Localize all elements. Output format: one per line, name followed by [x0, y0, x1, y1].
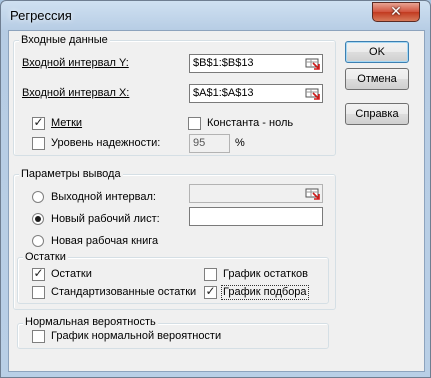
confidence-level-input[interactable]: 95: [189, 134, 230, 153]
input-y-field[interactable]: $B$1:$B$13: [189, 54, 323, 73]
normal-probability-group-title: Нормальная вероятность: [23, 316, 158, 329]
new-workbook-label[interactable]: Новая рабочая книга: [51, 235, 158, 248]
ok-button[interactable]: OK: [345, 41, 409, 63]
confidence-level-value: 95: [193, 137, 206, 149]
standardized-residuals-checkbox[interactable]: [32, 286, 45, 299]
title-bar[interactable]: Регрессия ✕: [1, 1, 430, 31]
confidence-level-checkbox[interactable]: [32, 137, 45, 150]
new-worksheet-label[interactable]: Новый рабочий лист:: [51, 213, 160, 226]
residual-plots-checkbox[interactable]: [204, 268, 217, 281]
labels-checkbox[interactable]: ✓: [32, 115, 45, 130]
check-icon: ✓: [33, 115, 44, 129]
output-range-label[interactable]: Выходной интервал:: [51, 191, 156, 204]
labels-checkbox-label[interactable]: Метки: [51, 117, 82, 130]
output-range-radio[interactable]: [32, 191, 44, 203]
input-y-value: $B$1:$B$13: [193, 57, 254, 69]
standardized-residuals-label[interactable]: Стандартизованные остатки: [51, 286, 196, 299]
residuals-group-title: Остатки: [23, 251, 68, 264]
output-range-field[interactable]: [189, 184, 323, 203]
new-worksheet-radio[interactable]: [32, 213, 44, 225]
cancel-button[interactable]: Отмена: [345, 68, 409, 90]
confidence-unit: %: [235, 137, 245, 149]
constant-zero-checkbox[interactable]: [188, 117, 201, 130]
residuals-label[interactable]: Остатки: [51, 268, 92, 281]
normal-probability-label[interactable]: График нормальной вероятности: [51, 330, 221, 343]
window-title: Регрессия: [10, 8, 72, 23]
regression-dialog: Регрессия ✕ Входные данные Входной интер…: [0, 0, 431, 378]
radio-selected-dot: [35, 216, 41, 222]
constant-zero-label[interactable]: Константа - ноль: [207, 117, 293, 130]
input-y-label: Входной интервал Y:: [22, 57, 129, 69]
check-icon: ✓: [33, 266, 44, 280]
input-data-group-title: Входные данные: [19, 34, 110, 47]
range-picker-icon[interactable]: [304, 56, 321, 71]
range-picker-icon[interactable]: [304, 186, 321, 201]
check-icon: ✓: [205, 284, 216, 298]
new-worksheet-name-input[interactable]: [189, 207, 323, 226]
close-icon: ✕: [390, 4, 402, 20]
input-x-field[interactable]: $A$1:$A$13: [189, 84, 323, 103]
close-button[interactable]: ✕: [372, 2, 420, 22]
output-options-group-title: Параметры вывода: [19, 168, 123, 181]
input-x-label: Входной интервал X:: [22, 87, 130, 99]
input-x-value: $A$1:$A$13: [193, 87, 254, 99]
line-fit-plots-label[interactable]: График подбора: [221, 285, 309, 300]
confidence-level-label[interactable]: Уровень надежности:: [51, 137, 160, 150]
dialog-body: Входные данные Входной интервал Y: $B$1:…: [8, 30, 425, 372]
new-workbook-radio[interactable]: [32, 235, 44, 247]
help-button[interactable]: Справка: [345, 103, 409, 125]
residual-plots-label[interactable]: График остатков: [223, 268, 308, 281]
residuals-checkbox[interactable]: ✓: [32, 266, 45, 281]
line-fit-plots-checkbox[interactable]: ✓: [204, 284, 217, 299]
range-picker-icon[interactable]: [304, 86, 321, 101]
normal-probability-checkbox[interactable]: [32, 330, 45, 343]
